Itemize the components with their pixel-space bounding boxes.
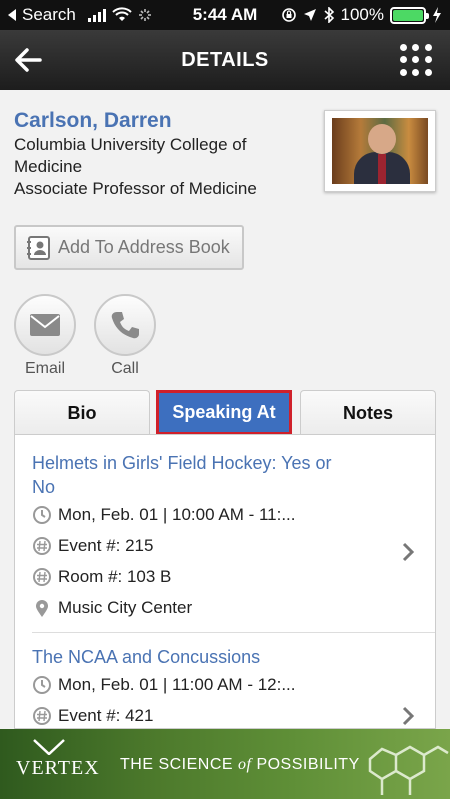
sponsor-tagline: THE SCIENCE of POSSIBILITY — [120, 756, 360, 773]
sponsor-banner[interactable]: VERTEX THE SCIENCE of POSSIBILITY — [0, 729, 450, 799]
add-to-address-book-label: Add To Address Book — [58, 237, 230, 257]
vertex-logo: VERTEX — [16, 757, 100, 779]
hash-icon — [32, 706, 52, 726]
speaker-organization: Columbia University College of Medicine — [14, 135, 247, 176]
envelope-icon — [30, 314, 60, 336]
speaker-photo — [324, 110, 436, 192]
session-room: Room #: 103 B — [58, 566, 172, 586]
molecule-graphic — [368, 745, 449, 795]
session-location-row: Music City Center — [32, 592, 435, 623]
status-right: 100% — [281, 5, 442, 25]
session-datetime: Mon, Feb. 01 | 10:00 AM - 11:... — [58, 504, 296, 524]
session-datetime: Mon, Feb. 01 | 11:00 AM - 12:... — [58, 674, 296, 694]
back-arrow-icon[interactable] — [10, 42, 46, 78]
battery-icon — [390, 6, 429, 24]
call-label: Call — [111, 360, 139, 377]
grid-menu-icon[interactable] — [400, 44, 432, 76]
chevron-right-icon[interactable] — [401, 541, 415, 563]
address-book-icon — [27, 235, 50, 260]
status-bar: Search 5:44 AM 100% — [0, 0, 450, 30]
speaker-position: Associate Professor of Medicine — [14, 179, 257, 198]
sessions-panel: Helmets in Girls' Field Hockey: Yes or N… — [14, 434, 436, 729]
session-item[interactable]: Helmets in Girls' Field Hockey: Yes or N… — [15, 451, 435, 623]
nav-bar: DETAILS — [0, 30, 450, 90]
orientation-lock-icon — [281, 8, 296, 22]
hash-icon — [32, 567, 52, 587]
session-event-row: Event #: 421 — [32, 700, 435, 728]
session-datetime-row: Mon, Feb. 01 | 11:00 AM - 12:... — [32, 669, 435, 700]
chevron-right-icon[interactable] — [401, 705, 415, 727]
session-datetime-row: Mon, Feb. 01 | 10:00 AM - 11:... — [32, 499, 435, 530]
email-button[interactable] — [14, 294, 76, 356]
tab-notes[interactable]: Notes — [300, 390, 436, 435]
clock-icon — [32, 505, 52, 525]
vertex-logo-mark — [33, 739, 65, 755]
map-pin-icon — [32, 598, 52, 618]
session-title[interactable]: Helmets in Girls' Field Hockey: Yes or N… — [32, 451, 352, 499]
charging-icon — [433, 7, 441, 23]
speaker-name: Carlson, Darren — [14, 109, 172, 132]
session-location: Music City Center — [58, 597, 193, 617]
location-icon — [303, 9, 316, 21]
bluetooth-icon — [323, 7, 334, 23]
session-item[interactable]: The NCAA and Concussions Mon, Feb. 01 | … — [15, 645, 435, 728]
tab-bio[interactable]: Bio — [14, 390, 150, 435]
hash-icon — [32, 536, 52, 556]
page-title: DETAILS — [181, 48, 269, 71]
phone-icon — [111, 312, 139, 339]
add-to-address-book-button[interactable]: Add To Address Book — [14, 225, 244, 270]
session-title[interactable]: The NCAA and Concussions — [32, 645, 352, 669]
session-event-row: Event #: 215 — [32, 530, 435, 561]
battery-percent: 100% — [340, 5, 384, 24]
call-button[interactable] — [94, 294, 156, 356]
tab-speaking-at[interactable]: Speaking At — [156, 390, 292, 435]
speaker-profile: Carlson, Darren Columbia University Coll… — [14, 108, 314, 200]
divider — [32, 632, 435, 633]
session-room-row: Room #: 103 B — [32, 561, 435, 592]
session-event-number: Event #: 421 — [58, 705, 154, 725]
email-label: Email — [24, 360, 65, 377]
session-event-number: Event #: 215 — [58, 535, 154, 555]
clock-icon — [32, 675, 52, 695]
tab-bar: Bio Speaking At Notes — [14, 390, 436, 435]
